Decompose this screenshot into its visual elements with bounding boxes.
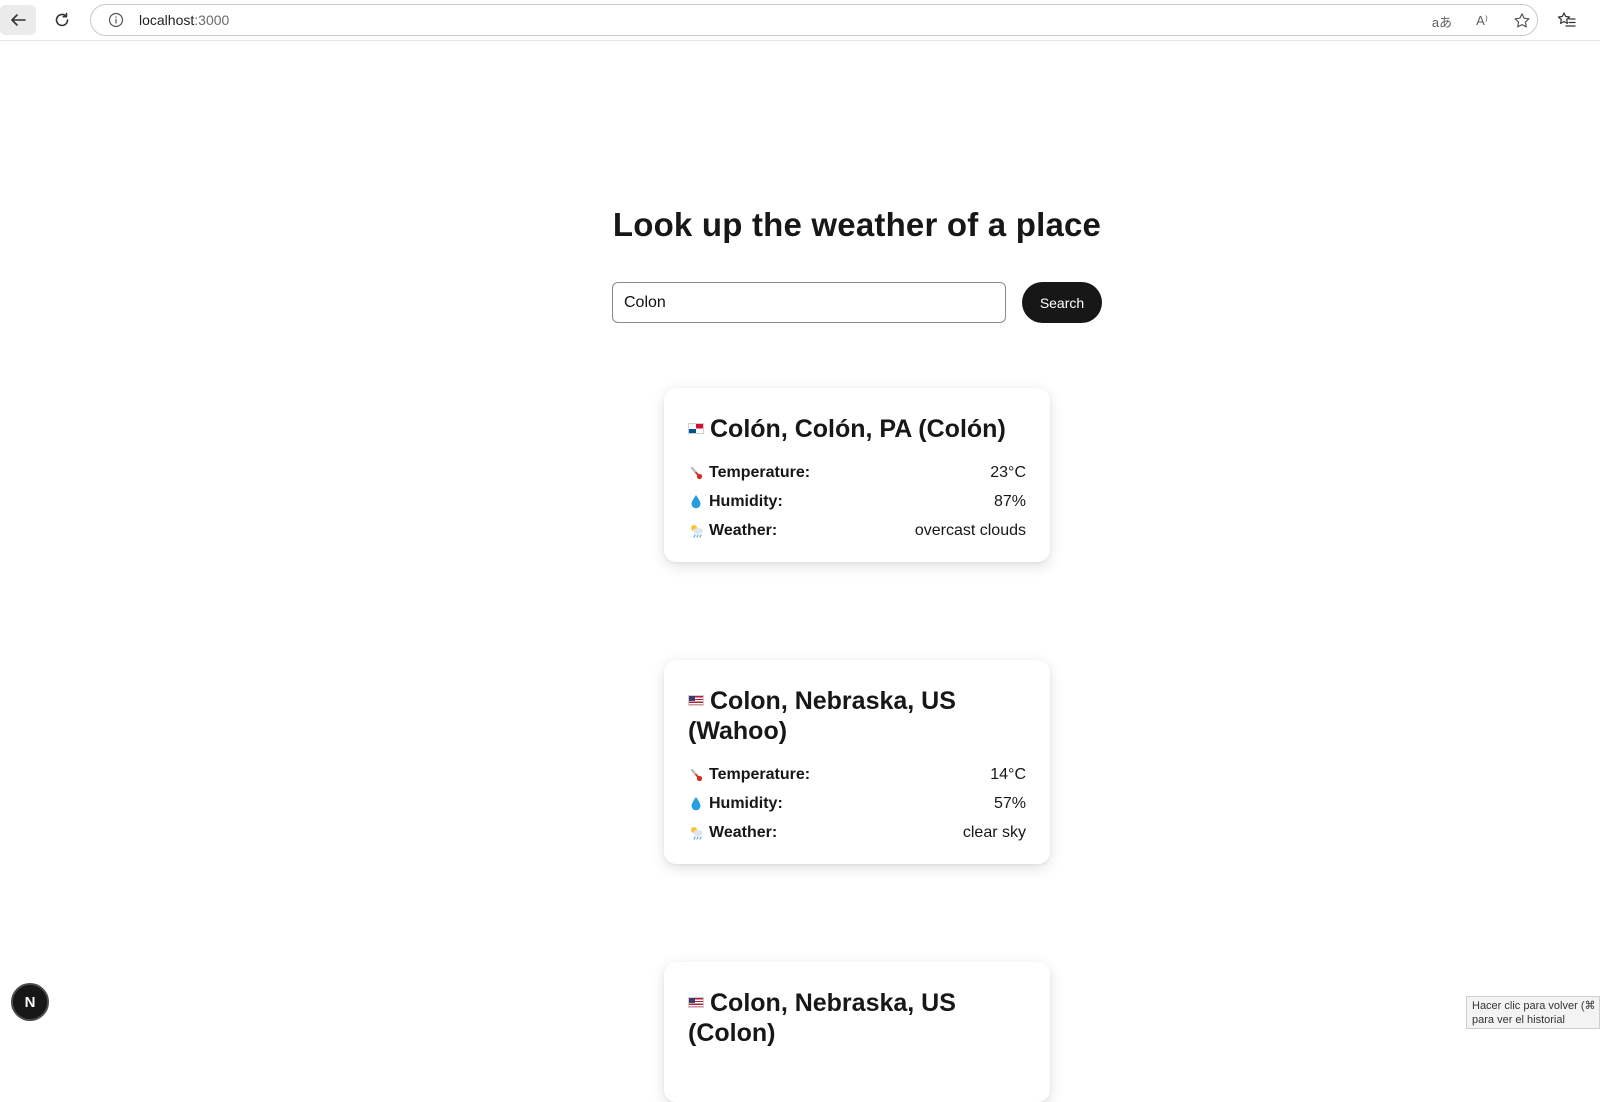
- tooltip-line: Hacer clic para volver (⌘: [1472, 1000, 1596, 1012]
- info-icon[interactable]: [108, 12, 124, 28]
- url-host: localhost: [139, 12, 195, 28]
- read-aloud-icon[interactable]: A⁾: [1471, 11, 1493, 31]
- place-name: Colon, Nebraska, US (Wahoo): [688, 687, 956, 745]
- droplet-icon: [688, 494, 704, 510]
- temperature-value: 23°C: [990, 463, 1026, 481]
- thermometer-icon: [688, 465, 704, 481]
- temperature-label: Temperature:: [709, 463, 811, 481]
- weather-card: Colon, Nebraska, US (Wahoo) Temperature:…: [664, 660, 1050, 864]
- weather-card: Colon, Nebraska, US (Colon): [664, 962, 1050, 1102]
- place-name: Colón, Colón, PA (Colón): [710, 415, 1006, 443]
- star-icon[interactable]: [1511, 11, 1533, 31]
- thermometer-icon: [688, 767, 704, 783]
- sun-behind-rain-cloud-icon: [688, 825, 704, 841]
- arrow-left-icon: [11, 14, 26, 26]
- favorites-list-icon: [1557, 12, 1576, 27]
- favorites-button[interactable]: [1554, 8, 1580, 32]
- browser-toolbar: localhost:3000 aあ A⁾: [0, 0, 1600, 41]
- weather-row: Weather: overcast clouds: [688, 516, 1026, 545]
- temperature-value: 14°C: [990, 765, 1026, 783]
- us-flag-icon: [688, 997, 704, 1008]
- sun-behind-rain-cloud-icon: [688, 523, 704, 539]
- temperature-label: Temperature:: [709, 765, 811, 783]
- weather-value: clear sky: [962, 823, 1026, 841]
- url-port: :3000: [194, 12, 230, 28]
- reload-button[interactable]: [44, 5, 80, 35]
- url-text[interactable]: localhost:3000: [139, 12, 229, 28]
- nextjs-devtools-button[interactable]: N: [11, 983, 49, 1021]
- card-title: Colón, Colón, PA (Colón): [688, 414, 1026, 444]
- card-title: Colon, Nebraska, US (Colon): [688, 988, 1026, 1048]
- search-button[interactable]: Search: [1022, 282, 1102, 323]
- tooltip-line: para ver el historial: [1472, 1014, 1565, 1026]
- page-title: Look up the weather of a place: [612, 206, 1102, 243]
- temperature-row: Temperature: 14°C: [688, 760, 1026, 789]
- panama-flag-icon: [688, 423, 704, 434]
- back-button[interactable]: [0, 5, 36, 35]
- search-input[interactable]: [612, 282, 1006, 323]
- temperature-row: Temperature: 23°C: [688, 458, 1026, 487]
- weather-card: Colón, Colón, PA (Colón) Temperature: 23…: [664, 388, 1050, 562]
- droplet-icon: [688, 796, 704, 812]
- address-bar[interactable]: localhost:3000 aあ A⁾: [90, 4, 1538, 36]
- weather-value: overcast clouds: [914, 521, 1026, 539]
- weather-row: Weather: clear sky: [688, 818, 1026, 847]
- humidity-row: Humidity: 87%: [688, 487, 1026, 516]
- back-button-tooltip: Hacer clic para volver (⌘ para ver el hi…: [1466, 996, 1600, 1029]
- place-name: Colon, Nebraska, US (Colon): [688, 989, 956, 1047]
- weather-label: Weather:: [709, 823, 778, 841]
- weather-label: Weather:: [709, 521, 778, 539]
- humidity-value: 57%: [993, 794, 1026, 812]
- humidity-label: Humidity:: [709, 794, 783, 812]
- translate-icon[interactable]: aあ: [1431, 11, 1453, 31]
- card-title: Colon, Nebraska, US (Wahoo): [688, 686, 1026, 746]
- humidity-row: Humidity: 57%: [688, 789, 1026, 818]
- reload-icon: [55, 12, 69, 27]
- humidity-value: 87%: [993, 492, 1026, 510]
- humidity-label: Humidity:: [709, 492, 783, 510]
- us-flag-icon: [688, 695, 704, 706]
